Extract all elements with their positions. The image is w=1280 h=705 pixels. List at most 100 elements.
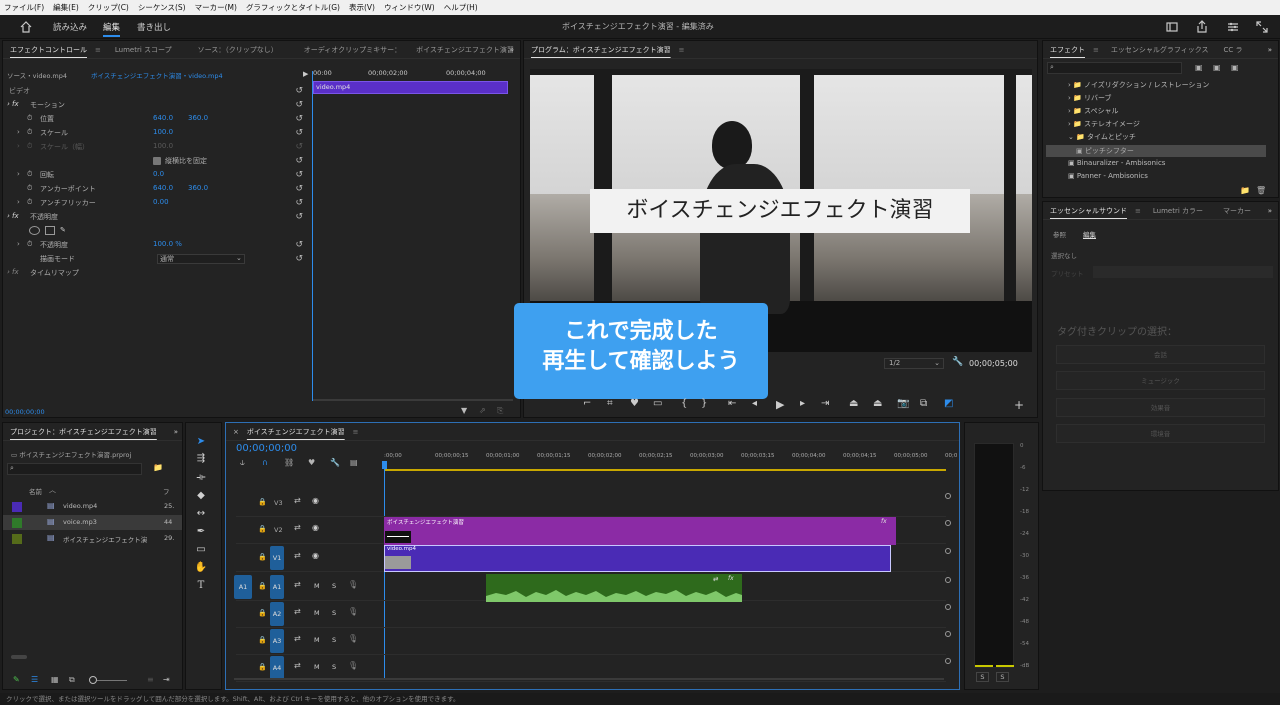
razor-tool-icon[interactable]: ◆ <box>193 490 209 501</box>
solo-button[interactable]: S <box>332 636 336 644</box>
lift-icon[interactable]: ⏏ <box>849 398 858 409</box>
effect-folder-timepitch[interactable]: ⌄ 📁 タイムとピッチ <box>1068 132 1136 142</box>
antiflicker-value[interactable]: 0.00 <box>153 198 169 206</box>
settings-wrench-icon[interactable]: 🔧 <box>952 357 963 367</box>
stopwatch-icon[interactable]: ⏱ <box>27 184 32 193</box>
opacity-value[interactable]: 100.0 % <box>153 240 182 248</box>
ec-playhead[interactable] <box>312 71 313 401</box>
sync-lock-icon[interactable]: ⇄ <box>294 634 301 643</box>
freeform-view-icon[interactable]: ⧉ <box>69 675 75 685</box>
solo-right-button[interactable]: S <box>996 672 1009 682</box>
reset-video-icon[interactable]: ↺ <box>295 86 303 96</box>
go-to-end-icon[interactable]: ⇥ <box>821 398 829 409</box>
rectangle-tool-icon[interactable]: ▭ <box>193 544 209 555</box>
voiceover-record-icon[interactable]: 🎙 <box>348 607 358 616</box>
sync-lock-icon[interactable]: ⇄ <box>294 661 301 670</box>
safe-margins-icon[interactable]: ▭ <box>653 398 662 409</box>
mute-button[interactable]: M <box>314 609 320 617</box>
track-target-a3[interactable]: A3 <box>270 629 284 653</box>
tab-edit[interactable]: 編集 <box>1083 229 1096 239</box>
reset-scale-icon[interactable]: ↺ <box>295 128 303 138</box>
automate-icon[interactable]: ⇥ <box>163 675 170 684</box>
track-lock-icon[interactable]: 🔒 <box>258 609 267 617</box>
dialogue-button[interactable]: 会話 <box>1056 345 1265 364</box>
pen-mask-icon[interactable]: ✎ <box>60 226 66 234</box>
expand-opacity-icon[interactable]: › <box>17 240 20 248</box>
effect-item-binauralizer[interactable]: ▣ Binauralizer - Ambisonics <box>1068 159 1165 167</box>
track-target-a1[interactable]: A1 <box>270 575 284 599</box>
more-panels-icon[interactable]: » <box>510 46 514 54</box>
selection-tool-icon[interactable]: ➤ <box>193 436 209 447</box>
timeline-ruler[interactable]: :00;00 00;00;00;15 00;00;01;00 00;00;01;15 0… <box>384 451 957 471</box>
add-marker-icon[interactable]: ♥ <box>630 398 639 409</box>
reset-opacity-icon[interactable]: ↺ <box>295 240 303 250</box>
title-overlay[interactable]: ボイスチェンジエフェクト演習 <box>590 189 970 233</box>
position-y-value[interactable]: 360.0 <box>188 114 208 122</box>
column-name-header[interactable]: 名前 <box>29 486 42 496</box>
zoom-slider-handle[interactable] <box>89 676 97 684</box>
effect-folder-reverb[interactable]: › 📁 リバーブ <box>1068 93 1112 103</box>
menu-marker[interactable]: マーカー(M) <box>195 2 237 13</box>
timeline-vscroll[interactable] <box>945 473 952 683</box>
zoom-slider[interactable] <box>97 680 127 681</box>
fx-timeremap-icon[interactable]: › fx <box>7 268 19 276</box>
menu-help[interactable]: ヘルプ(H) <box>444 2 478 13</box>
play-icon[interactable]: ▶ <box>776 398 784 411</box>
rotation-value[interactable]: 0.0 <box>153 170 164 178</box>
playhead-handle[interactable] <box>382 461 387 469</box>
tab-browse[interactable]: 参照 <box>1053 229 1066 239</box>
work-area-bar[interactable] <box>384 469 946 471</box>
hand-tool-icon[interactable]: ✋ <box>193 562 209 573</box>
filter-icon[interactable]: ▼ <box>461 406 467 415</box>
go-to-start-icon[interactable]: ⇤ <box>728 398 736 409</box>
tab-source[interactable]: ソース：（クリップなし） <box>198 45 278 55</box>
project-item[interactable]: ▤ voice.mp3 44 <box>3 515 182 530</box>
tab-effects[interactable]: エフェクト <box>1050 45 1085 55</box>
tab-lumetri-scopes[interactable]: Lumetri スコープ <box>115 45 172 55</box>
track-lock-icon[interactable]: 🔒 <box>258 553 267 561</box>
timeline-timecode[interactable]: 00;00;00;00 <box>236 443 297 454</box>
stopwatch-icon[interactable]: ⏱ <box>27 128 32 137</box>
menu-clip[interactable]: クリップ(C) <box>88 2 129 13</box>
vr-icon[interactable]: ◩ <box>944 398 953 409</box>
tab-project[interactable]: プロジェクト：ボイスチェンジエフェクト演習 <box>10 427 157 437</box>
step-back-icon[interactable]: ◂ <box>752 398 757 409</box>
label-color-swatch[interactable] <box>12 534 22 544</box>
ambience-button[interactable]: 環境音 <box>1056 424 1265 443</box>
uniform-scale-checkbox[interactable] <box>153 157 161 165</box>
snap-icon[interactable]: ∩ <box>262 458 268 467</box>
tab-markers[interactable]: マーカー <box>1223 206 1251 216</box>
menu-view[interactable]: 表示(V) <box>349 2 375 13</box>
eye-icon[interactable]: ◉ <box>312 523 319 532</box>
mute-button[interactable]: M <box>314 582 320 590</box>
stopwatch-icon[interactable]: ⏱ <box>27 240 32 249</box>
32bit-icon[interactable]: ▣ <box>1213 63 1221 72</box>
tab-lumetri-color[interactable]: Lumetri カラー <box>1153 206 1203 216</box>
go-to-out-icon[interactable]: } <box>701 398 707 409</box>
label-color-swatch[interactable] <box>12 518 22 528</box>
effects-search-input[interactable]: ⌕ <box>1047 62 1182 74</box>
menu-file[interactable]: ファイル(F) <box>4 2 44 13</box>
close-icon[interactable]: × <box>233 428 239 436</box>
sfx-button[interactable]: 効果音 <box>1056 398 1265 417</box>
clip-video[interactable] <box>384 545 891 572</box>
camera-icon[interactable]: 📷 <box>897 398 909 409</box>
track-lock-icon[interactable]: 🔒 <box>258 525 267 533</box>
list-view-icon[interactable]: ☰ <box>31 675 38 684</box>
reset-flicker-icon[interactable]: ↺ <box>295 198 303 208</box>
ripple-edit-tool-icon[interactable]: ⟛ <box>193 472 209 483</box>
track-target-v2[interactable]: V2 <box>274 526 283 534</box>
reset-blend-icon[interactable]: ↺ <box>295 254 303 264</box>
workspaces-icon[interactable] <box>1227 21 1239 33</box>
ec-clip-bar[interactable]: video.mp4 <box>313 81 508 94</box>
track-lock-icon[interactable]: 🔒 <box>258 636 267 644</box>
solo-left-button[interactable]: S <box>976 672 989 682</box>
more-panels-icon[interactable]: » <box>174 428 178 436</box>
solo-button[interactable]: S <box>332 663 336 671</box>
expand-flicker-icon[interactable]: › <box>17 198 20 206</box>
workspace-export[interactable]: 書き出し <box>137 21 171 33</box>
keyframe-nav-icon[interactable]: ⇄ <box>713 575 718 583</box>
fx-motion-icon[interactable]: › fx <box>7 100 19 108</box>
track-target-v3[interactable]: V3 <box>274 499 283 507</box>
pen-tool-icon[interactable]: ✒ <box>193 526 209 537</box>
